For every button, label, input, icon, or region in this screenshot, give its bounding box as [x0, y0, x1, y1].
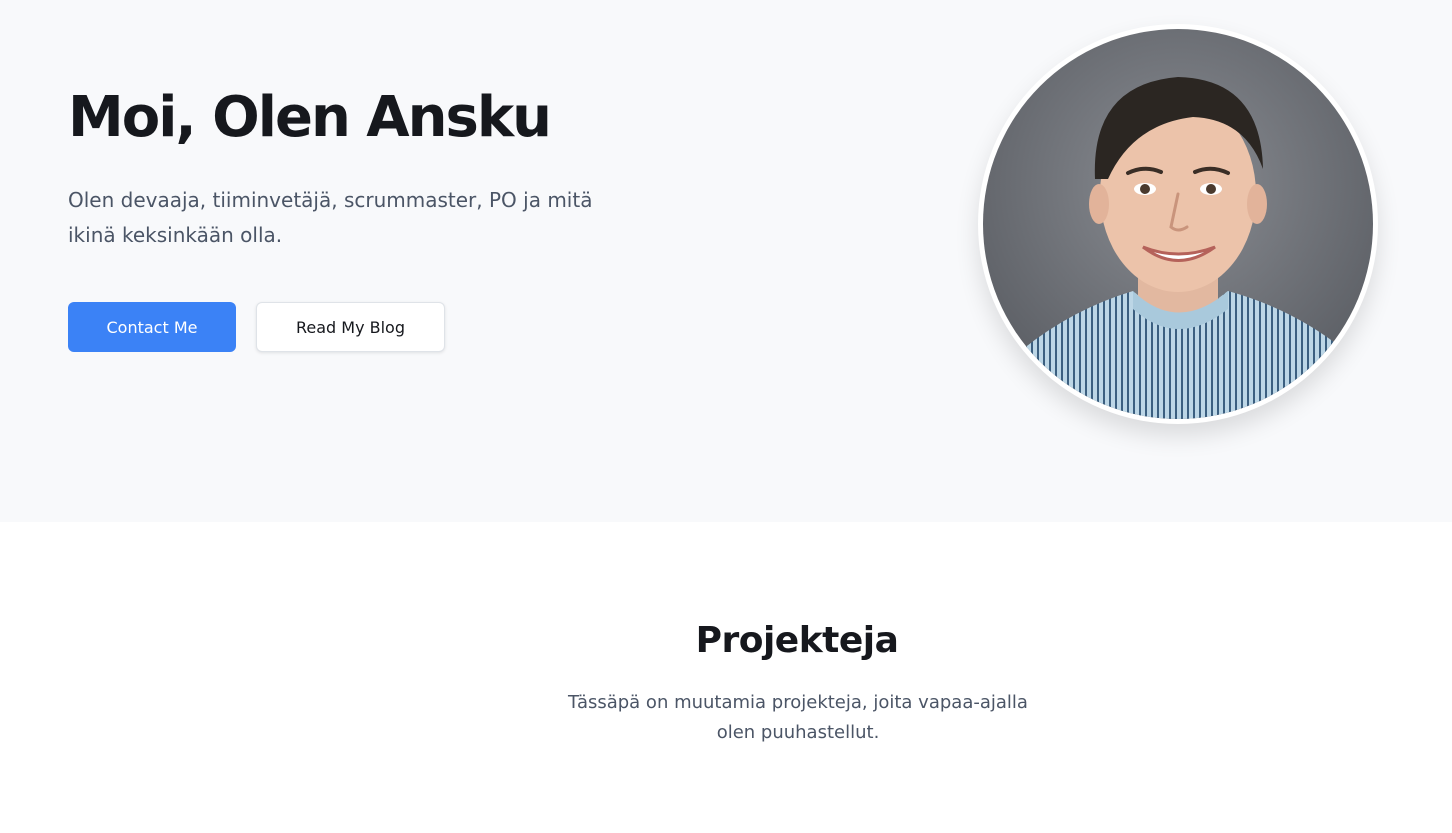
contact-me-button[interactable]: Contact Me [68, 302, 236, 352]
hero-subtitle: Olen devaaja, tiiminvetäjä, scrummaster,… [68, 188, 593, 247]
hero-title: Moi, Olen Ansku [68, 85, 552, 150]
person-portrait-icon [983, 29, 1373, 419]
projects-description: Tässäpä on muutamia projekteja, joita va… [568, 692, 1028, 743]
profile-photo [978, 24, 1378, 424]
projects-title: Projekteja [695, 620, 899, 661]
hero-section: Moi, Olen Ansku Olen devaaja, tiiminvetä… [0, 0, 1452, 522]
read-blog-button[interactable]: Read My Blog [256, 302, 445, 352]
